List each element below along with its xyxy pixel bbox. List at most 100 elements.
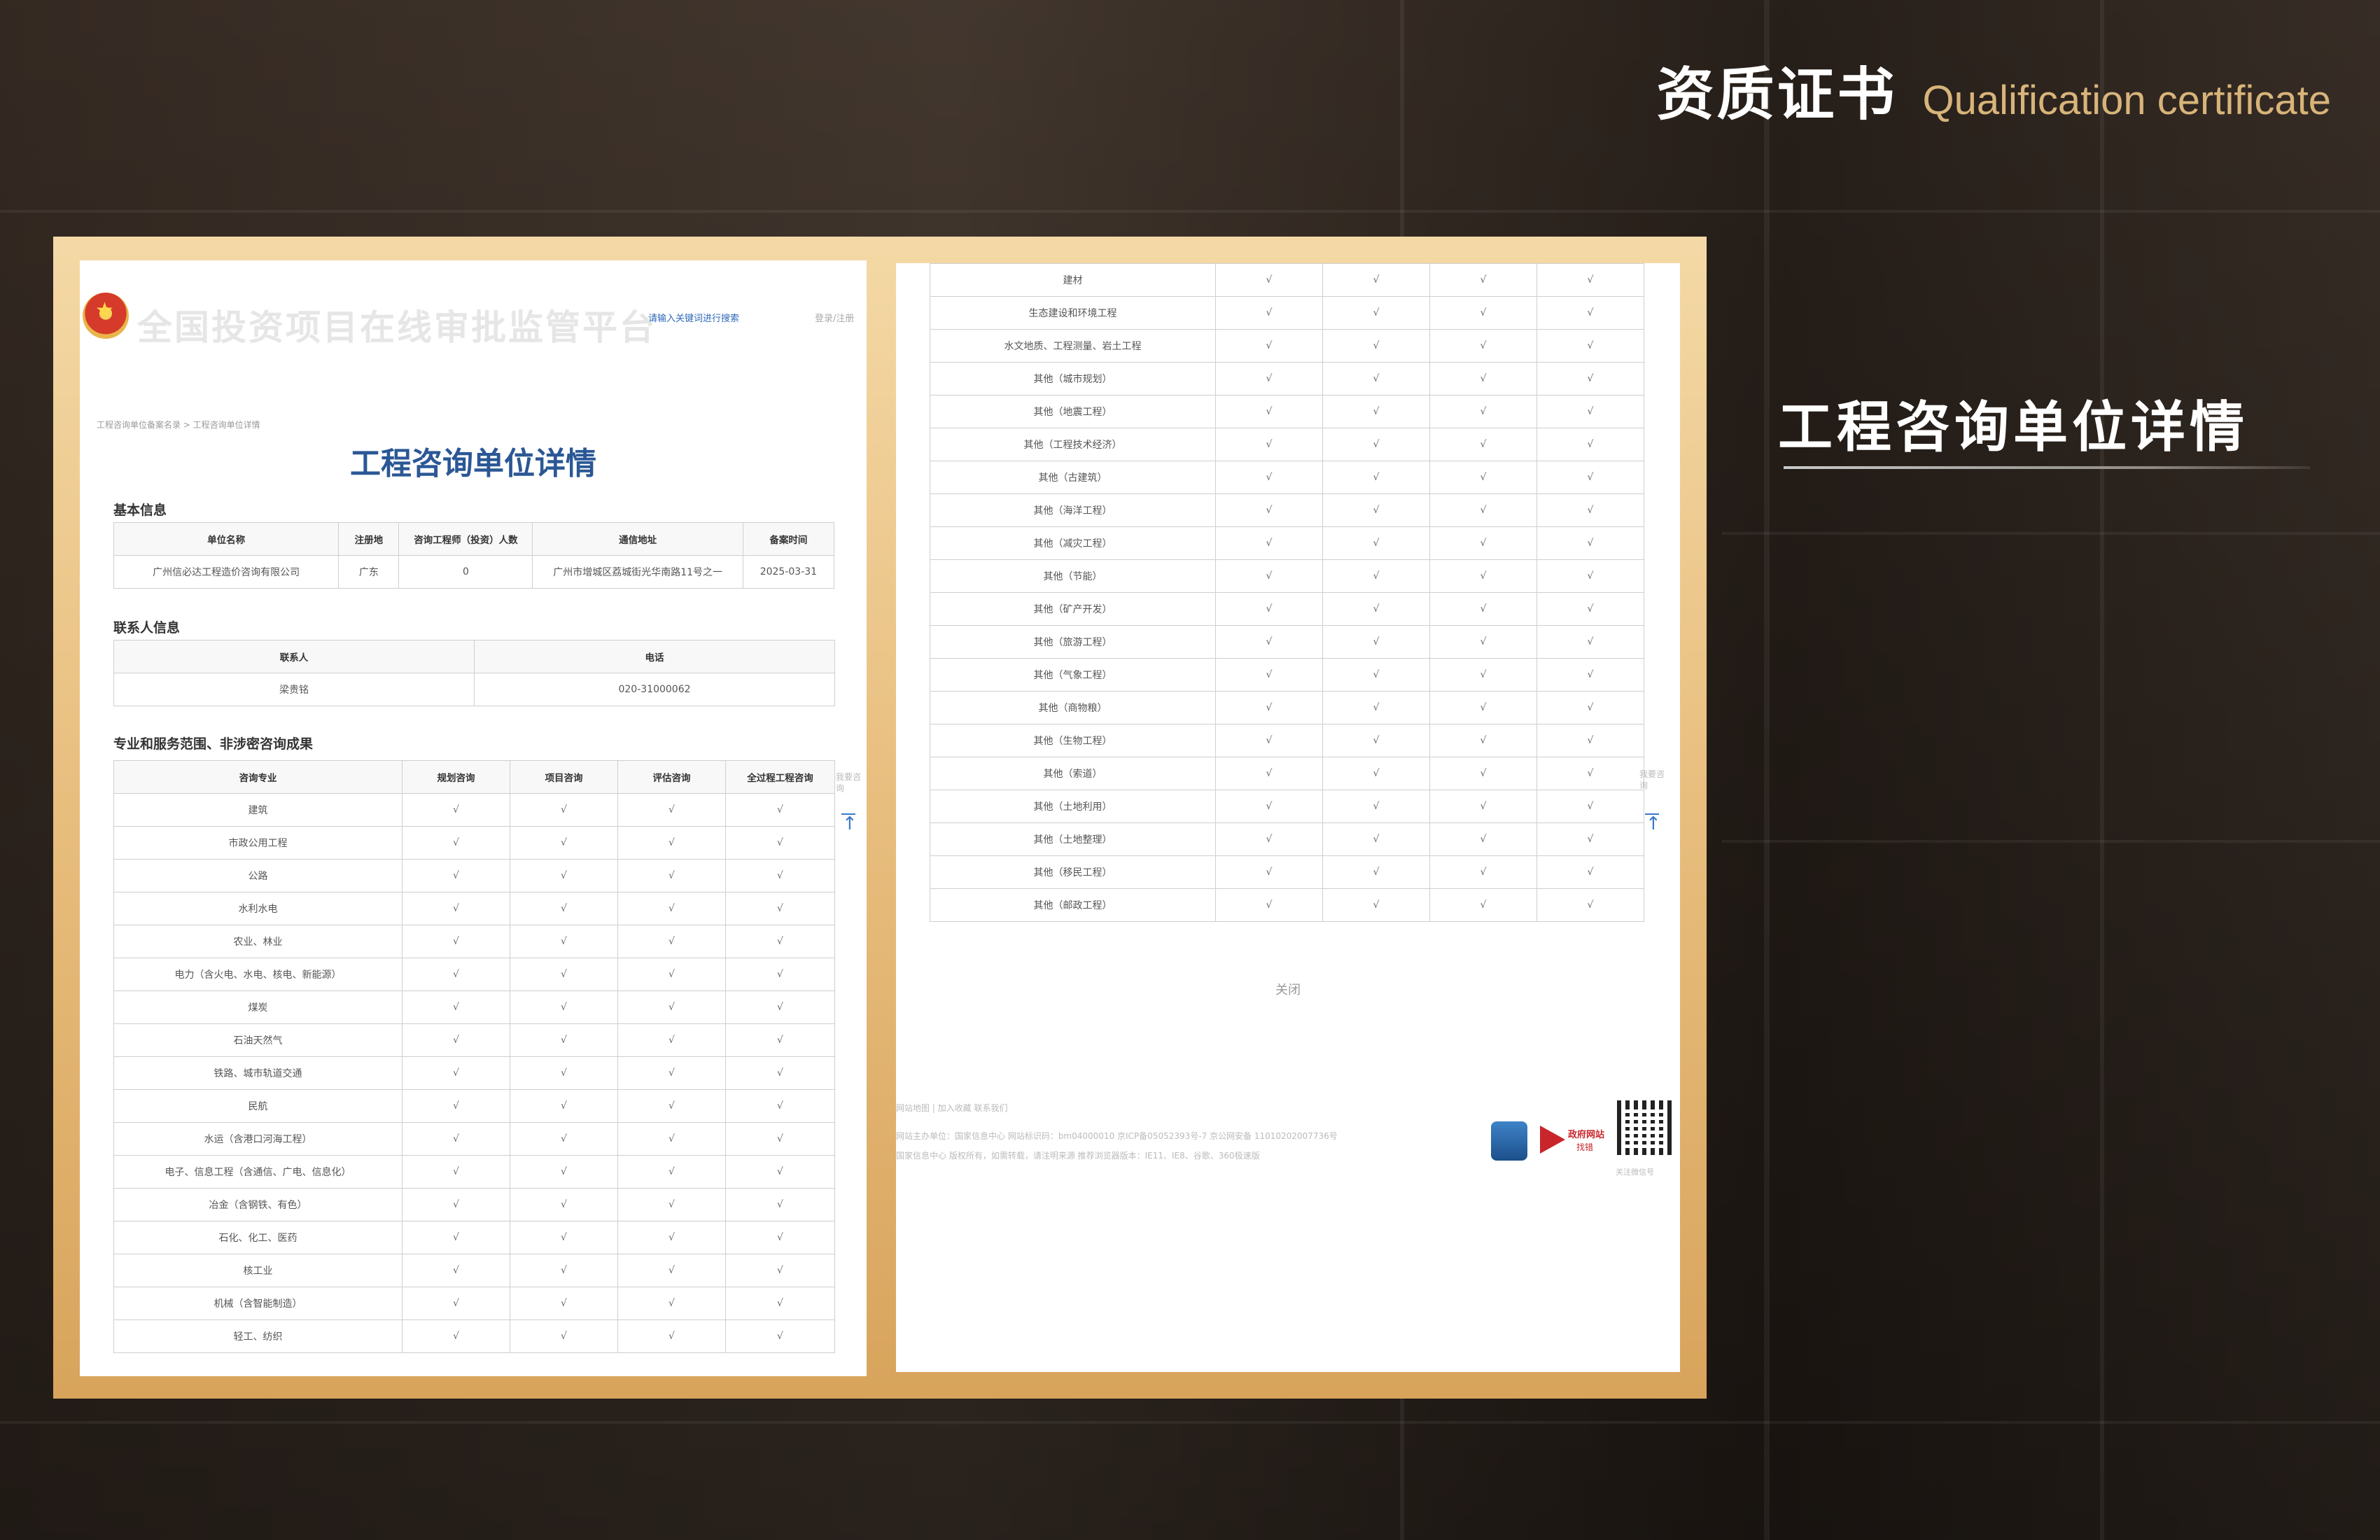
table-row: 其他（移民工程） √ √ √ √ — [930, 855, 1644, 889]
check-mark-cell: √ — [1215, 855, 1323, 889]
check-mark-cell: √ — [510, 990, 618, 1024]
basic-info-table: 单位名称 注册地 咨询工程师（投资）人数 通信地址 备案时间 广州信必达工程造价… — [113, 522, 835, 589]
check-mark-cell: √ — [510, 1254, 618, 1287]
qr-code-icon — [1617, 1100, 1672, 1155]
back-to-top-icon[interactable] — [1644, 813, 1661, 836]
platform-title: 全国投资项目在线审批监管平台 — [137, 307, 657, 348]
check-mark-cell: √ — [1429, 888, 1537, 922]
check-mark-cell: √ — [1215, 625, 1323, 659]
check-mark-cell: √ — [510, 1188, 618, 1222]
table-row: 其他（海洋工程） √ √ √ √ — [930, 493, 1644, 527]
contact-info-heading: 联系人信息 — [113, 620, 181, 636]
check-mark-cell: √ — [1322, 329, 1430, 363]
table-cell: 梁贵铭 — [113, 673, 475, 706]
check-mark-cell: √ — [1322, 691, 1430, 724]
table-row: 煤炭 √ √ √ √ — [113, 990, 835, 1024]
table-row: 市政公用工程 √ √ √ √ — [113, 826, 835, 860]
check-mark-cell: √ — [1322, 559, 1430, 593]
check-mark-cell: √ — [510, 1287, 618, 1320]
discipline-cell: 其他（气象工程） — [930, 658, 1216, 692]
check-mark-cell: √ — [1429, 461, 1537, 494]
check-mark-cell: √ — [1429, 493, 1537, 527]
check-mark-cell: √ — [1322, 395, 1430, 428]
table-row: 公路 √ √ √ √ — [113, 859, 835, 892]
check-mark-cell: √ — [617, 826, 726, 860]
footer-links: 网站地图 | 加入收藏 联系我们 — [896, 1103, 1008, 1113]
discipline-cell: 其他（生物工程） — [930, 724, 1216, 757]
table-header: 项目咨询 — [510, 760, 618, 794]
discipline-cell: 民航 — [113, 1089, 402, 1123]
check-mark-cell: √ — [1536, 329, 1644, 363]
search-link[interactable]: 请输入关键词进行搜索 — [648, 311, 739, 324]
breadcrumb: 工程咨询单位备案名录 > 工程咨询单位详情 — [97, 420, 260, 430]
table-row: 其他（减灾工程） √ √ √ √ — [930, 526, 1644, 560]
close-link[interactable]: 关闭 — [896, 980, 1680, 998]
check-mark-cell: √ — [1536, 724, 1644, 757]
table-header: 电话 — [474, 640, 835, 673]
table-row: 冶金（含钢铁、有色） √ √ √ √ — [113, 1188, 835, 1222]
check-mark-cell: √ — [1215, 395, 1323, 428]
check-mark-cell: √ — [402, 793, 510, 827]
check-mark-cell: √ — [1322, 724, 1430, 757]
check-mark-cell: √ — [1215, 658, 1323, 692]
right-screenshot-page: 建材 √ √ √ √ 生态建设和环境工程 √ √ √ √ 水文地质、工程测量、岩土工程 √ √ √ √ 其他（… — [896, 263, 1680, 1372]
check-mark-cell: √ — [402, 1056, 510, 1090]
check-mark-cell: √ — [510, 1023, 618, 1057]
check-mark-cell: √ — [510, 793, 618, 827]
footer-host-info: 网站主办单位：国家信息中心 网站标识码：bm04000010 京ICP备0505… — [896, 1131, 1338, 1141]
discipline-cell: 冶金（含钢铁、有色） — [113, 1188, 402, 1222]
check-mark-cell: √ — [725, 892, 835, 925]
check-mark-cell: √ — [1215, 691, 1323, 724]
check-mark-cell: √ — [617, 859, 726, 892]
check-mark-cell: √ — [1429, 625, 1537, 659]
check-mark-cell: √ — [617, 1056, 726, 1090]
table-row: 其他（工程技术经济） √ √ √ √ — [930, 428, 1644, 461]
check-mark-cell: √ — [402, 925, 510, 958]
check-mark-cell: √ — [1322, 757, 1430, 790]
table-header: 备案时间 — [742, 522, 835, 556]
back-to-top-icon[interactable] — [840, 813, 858, 836]
table-row: 其他（邮政工程） √ √ √ √ — [930, 888, 1644, 922]
check-mark-cell: √ — [725, 925, 835, 958]
check-mark-cell: √ — [617, 925, 726, 958]
check-mark-cell: √ — [617, 1188, 726, 1222]
discipline-cell: 农业、林业 — [113, 925, 402, 958]
table-row: 核工业 √ √ √ √ — [113, 1254, 835, 1287]
table-cell: 广州市增城区荔城街光华南路11号之一 — [532, 555, 743, 589]
check-mark-cell: √ — [1429, 724, 1537, 757]
discipline-cell: 石化、化工、医药 — [113, 1221, 402, 1254]
check-mark-cell: √ — [1215, 822, 1323, 856]
party-gov-badge-icon[interactable] — [1491, 1121, 1527, 1161]
consult-rail-text[interactable]: 我要咨询 — [1639, 769, 1666, 791]
check-mark-cell: √ — [617, 990, 726, 1024]
table-cell: 020-31000062 — [474, 673, 835, 706]
check-mark-cell: √ — [1536, 658, 1644, 692]
login-link[interactable]: 登录/注册 — [815, 311, 854, 324]
check-mark-cell: √ — [510, 925, 618, 958]
check-mark-cell: √ — [1429, 691, 1537, 724]
badge-sublabel: 找错 — [1576, 1142, 1594, 1152]
check-mark-cell: √ — [1536, 362, 1644, 396]
national-emblem-icon — [83, 293, 129, 339]
discipline-cell: 建材 — [930, 263, 1216, 297]
check-mark-cell: √ — [1536, 855, 1644, 889]
check-mark-cell: √ — [1536, 888, 1644, 922]
check-mark-cell: √ — [725, 1254, 835, 1287]
check-mark-cell: √ — [725, 1089, 835, 1123]
table-row: 水利水电 √ √ √ √ — [113, 892, 835, 925]
check-mark-cell: √ — [510, 1320, 618, 1353]
check-mark-cell: √ — [1215, 790, 1323, 823]
check-mark-cell: √ — [1215, 526, 1323, 560]
check-mark-cell: √ — [1536, 592, 1644, 626]
consult-rail-text[interactable]: 我要咨询 — [836, 771, 862, 794]
check-mark-cell: √ — [725, 1221, 835, 1254]
check-mark-cell: √ — [402, 1089, 510, 1123]
check-mark-cell: √ — [1536, 790, 1644, 823]
table-header: 单位名称 — [113, 522, 340, 556]
check-mark-cell: √ — [1429, 757, 1537, 790]
check-mark-cell: √ — [617, 1254, 726, 1287]
discipline-cell: 其他（土地整理） — [930, 822, 1216, 856]
discipline-cell: 其他（减灾工程） — [930, 526, 1216, 560]
check-mark-cell: √ — [402, 859, 510, 892]
gov-site-error-badge[interactable]: 政府网站 找错 — [1540, 1126, 1610, 1156]
